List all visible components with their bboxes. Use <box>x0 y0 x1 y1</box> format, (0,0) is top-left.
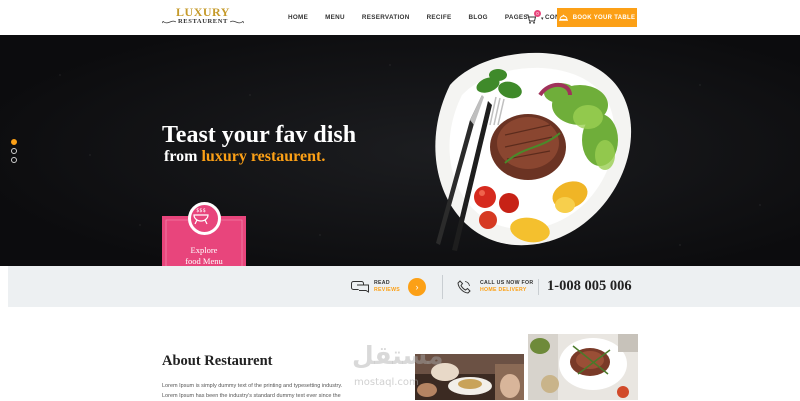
ribbon-label: Explore food Menu <box>162 245 246 267</box>
cart-button[interactable]: 0 ▾ <box>526 10 546 25</box>
hero-banner: Teast your fav dish from luxury restaure… <box>0 35 800 266</box>
nav-reservation[interactable]: RESERVATION <box>362 13 410 23</box>
call-line-1: CALL US NOW FOR <box>480 280 534 286</box>
divider <box>442 275 443 299</box>
about-line-1: Lorem Ipsum is simply dummy text of the … <box>162 383 343 389</box>
book-table-button[interactable]: BOOK YOUR TABLE <box>557 8 637 27</box>
ribbon-line-1: Explore <box>190 245 218 255</box>
divider <box>538 279 539 295</box>
steak-dish-photo <box>528 334 638 400</box>
steak-plate-image <box>435 52 632 251</box>
reviews-line-2: REVIEWS <box>374 287 401 293</box>
grill-icon: $$$ <box>193 208 209 225</box>
about-description: Lorem Ipsum is simply dummy text of the … <box>162 381 402 401</box>
flourish-right-icon <box>230 20 244 24</box>
hero-subheadline: from luxury restaurent. <box>164 148 325 166</box>
nav-recipe[interactable]: RECIFE <box>427 13 452 23</box>
book-table-label: BOOK YOUR TABLE <box>572 14 636 21</box>
hero-headline: Teast your fav dish <box>162 122 357 148</box>
main-nav: HOME MENU RESERVATION RECIFE BLOG PAGES … <box>288 13 594 23</box>
hero-sub-prefix: from <box>164 148 202 165</box>
cloche-icon <box>558 14 568 21</box>
brand-name: LUXURY <box>176 5 230 19</box>
hero-sub-accent: luxury restaurent. <box>201 148 326 165</box>
nav-menu[interactable]: MENU <box>325 13 345 23</box>
about-title: About Restaurent <box>162 353 273 369</box>
dining-photo <box>415 354 524 400</box>
slider-dot-3[interactable] <box>11 157 17 163</box>
ribbon-icon-text: $$$ <box>196 208 206 214</box>
ribbon-badge: $$$ <box>188 202 221 235</box>
call-line-2: HOME DELIVERY <box>480 287 527 293</box>
hero-background-texture <box>0 35 800 266</box>
slider-dot-2[interactable] <box>11 148 17 154</box>
phone-number[interactable]: 1-008 005 006 <box>547 278 632 295</box>
chat-icon <box>351 281 369 293</box>
read-reviews-link[interactable]: READ REVIEWS › <box>351 278 431 296</box>
nav-home[interactable]: HOME <box>288 13 308 23</box>
cart-count-badge: 0 <box>534 10 541 17</box>
chevron-down-icon: ▾ <box>541 16 544 22</box>
flourish-left-icon <box>162 20 176 24</box>
slider-dot-1[interactable] <box>11 139 17 145</box>
slider-pagination <box>11 139 17 166</box>
nav-blog[interactable]: BLOG <box>468 13 487 23</box>
arrow-right-icon[interactable]: › <box>408 278 426 296</box>
phone-icon <box>457 280 471 294</box>
brand-logo[interactable]: LUXURY RESTAURENT <box>162 6 244 30</box>
reviews-line-1: READ <box>374 280 390 286</box>
top-navbar: LUXURY RESTAURENT HOME MENU RESERVATION … <box>0 0 800 35</box>
nav-pages[interactable]: PAGES <box>505 13 528 23</box>
